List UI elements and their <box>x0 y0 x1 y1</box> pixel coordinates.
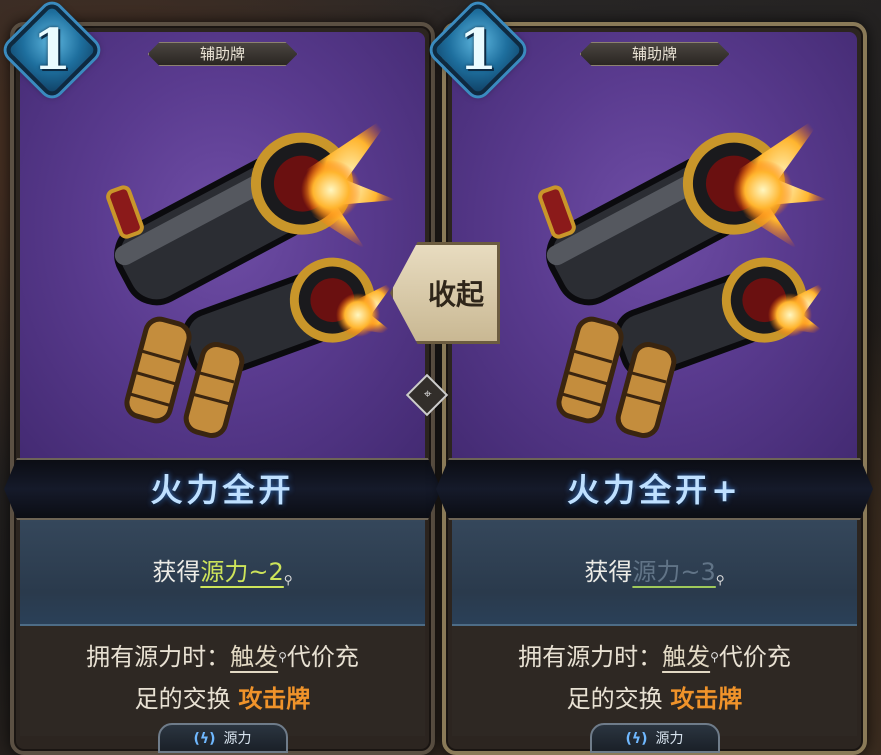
card-art: 辅助牌 <box>452 32 857 464</box>
card-base[interactable]: 辅助牌 火力全开 获得源力~2⚲ 拥有源力时：触发⚲代价充 足的交换 攻击牌 (… <box>4 22 441 755</box>
energy-icon: (ϟ) <box>625 731 648 747</box>
effect-prefix: 获得 <box>152 558 201 586</box>
card-art: 辅助牌 <box>20 32 425 464</box>
card-type-tag: 辅助牌 <box>147 42 298 66</box>
magnifier-icon[interactable]: ⚲ <box>716 573 725 587</box>
double-barrel-pistol-icon <box>538 110 828 438</box>
card-tag-pill[interactable]: (ϟ) 源力 <box>157 723 288 753</box>
card-effect-text: 获得源力~2⚲ <box>20 552 425 587</box>
cost-badge: 1 <box>2 0 102 100</box>
card-title: 火力全开 <box>150 471 295 509</box>
card-tag-pill[interactable]: (ϟ) 源力 <box>589 723 720 753</box>
desc-line-2-prefix: 足的交换 <box>566 685 671 713</box>
desc-line-2: 足的交换 攻击牌 <box>452 678 857 720</box>
energy-icon: (ϟ) <box>193 731 216 747</box>
card-tag-label: 源力 <box>223 731 252 747</box>
desc-line-2-prefix: 足的交换 <box>134 685 239 713</box>
keyword-trigger[interactable]: 触发 <box>662 643 710 671</box>
desc-line-1: 拥有源力时：触发⚲代价充 <box>452 636 857 678</box>
card-type-tag: 辅助牌 <box>579 42 730 66</box>
card-effect-text: 获得源力~3⚲ <box>452 552 857 587</box>
effect-keyword[interactable]: 源力~3 <box>632 558 715 586</box>
keyword-trigger[interactable]: 触发 <box>230 643 278 671</box>
card-effect-panel: 获得源力~2⚲ <box>20 520 425 626</box>
magnifier-icon[interactable]: ⚲ <box>278 650 287 664</box>
effect-keyword[interactable]: 源力~2 <box>200 558 283 586</box>
keyword-attack-card: 攻击牌 <box>670 685 743 713</box>
magnifier-icon[interactable]: ⚲ <box>710 650 719 664</box>
desc-line-1-prefix: 拥有源力时： <box>518 643 663 671</box>
card-upgraded[interactable]: 辅助牌 火力全开+ 获得源力~3⚲ 拥有源力时：触发⚲代价充 足的交换 攻击牌 … <box>436 22 873 755</box>
card-title: 火力全开+ <box>567 471 742 509</box>
desc-line-1-suffix: 代价充 <box>718 643 791 671</box>
card-description: 拥有源力时：触发⚲代价充 足的交换 攻击牌 <box>20 626 425 736</box>
card-description: 拥有源力时：触发⚲代价充 足的交换 攻击牌 <box>452 626 857 736</box>
desc-line-1: 拥有源力时：触发⚲代价充 <box>20 636 425 678</box>
cost-badge: 1 <box>428 0 528 100</box>
desc-line-1-suffix: 代价充 <box>286 643 359 671</box>
cost-value: 1 <box>32 17 72 83</box>
game-screen: 辅助牌 火力全开 获得源力~2⚲ 拥有源力时：触发⚲代价充 足的交换 攻击牌 (… <box>0 0 881 755</box>
double-barrel-pistol-icon <box>106 110 396 438</box>
keyword-attack-card: 攻击牌 <box>238 685 311 713</box>
cost-value: 1 <box>458 17 498 83</box>
card-tag-label: 源力 <box>655 731 684 747</box>
card-effect-panel: 获得源力~3⚲ <box>452 520 857 626</box>
effect-prefix: 获得 <box>584 558 633 586</box>
desc-line-1-prefix: 拥有源力时： <box>86 643 231 671</box>
desc-line-2: 足的交换 攻击牌 <box>20 678 425 720</box>
card-title-banner: 火力全开+ <box>436 458 873 520</box>
magnifier-icon[interactable]: ⚲ <box>284 573 293 587</box>
card-title-banner: 火力全开 <box>4 458 441 520</box>
